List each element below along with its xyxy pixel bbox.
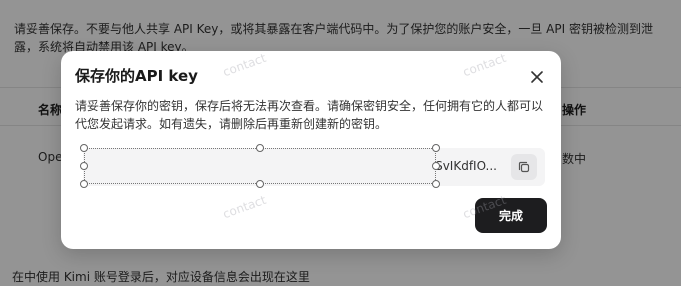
resize-handle[interactable] [432, 144, 440, 152]
api-key-value: SvIKdfIO... [435, 159, 497, 173]
save-api-key-dialog: 保存你的API key 请妥善保存你的密钥，保存后将无法再次查看。请确保密钥安全… [61, 51, 561, 249]
dialog-title: 保存你的API key [75, 67, 198, 85]
copy-icon [518, 161, 530, 173]
resize-handle[interactable] [80, 144, 88, 152]
close-icon [531, 71, 543, 83]
api-key-field[interactable]: SvIKdfIO... [83, 148, 545, 186]
resize-handle[interactable] [80, 180, 88, 188]
resize-handle[interactable] [80, 162, 88, 170]
resize-handle[interactable] [256, 144, 264, 152]
dialog-description: 请妥善保存你的密钥，保存后将无法再次查看。请确保密钥安全，任何拥有它的人都可以代… [75, 99, 544, 131]
resize-handle[interactable] [256, 180, 264, 188]
close-button[interactable] [527, 67, 547, 87]
copy-button[interactable] [511, 154, 537, 180]
resize-handle[interactable] [432, 180, 440, 188]
done-button[interactable]: 完成 [475, 198, 547, 233]
resize-handle[interactable] [432, 162, 440, 170]
